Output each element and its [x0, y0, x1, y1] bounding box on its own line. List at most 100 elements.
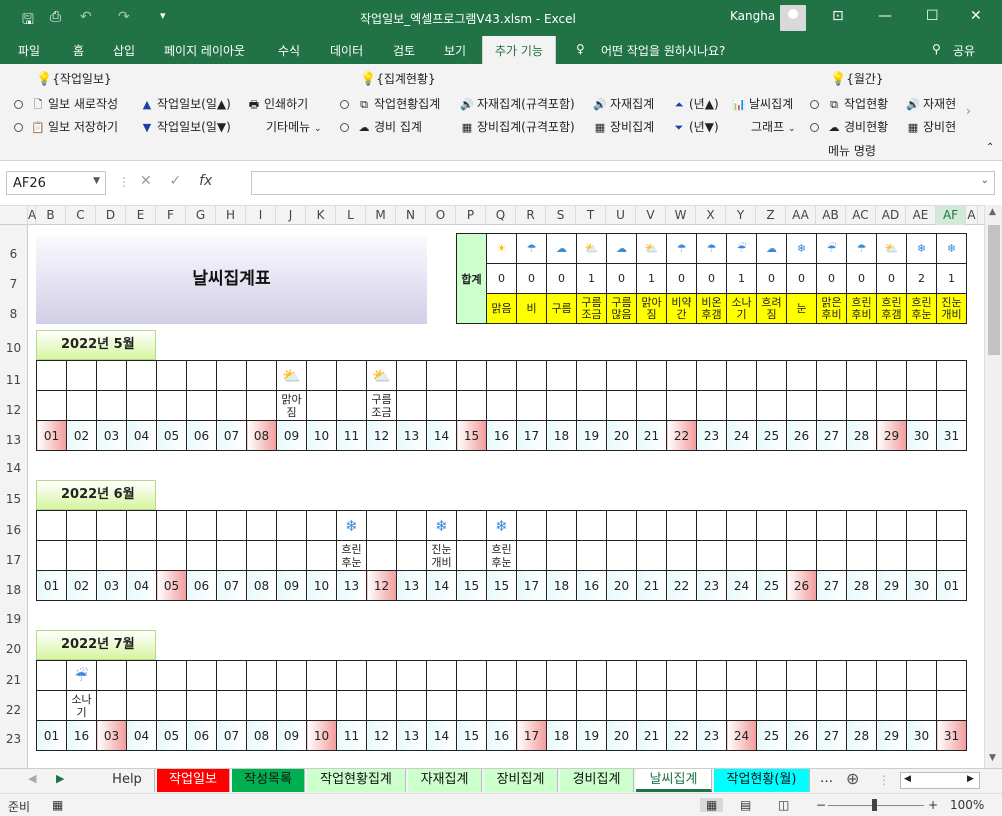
- expense-agg-button[interactable]: ☁ 경비 집계: [340, 118, 422, 135]
- sheet-tab[interactable]: 작성목록: [232, 769, 305, 792]
- day-number[interactable]: 05: [156, 570, 187, 601]
- column-header[interactable]: O: [426, 206, 456, 225]
- day-number[interactable]: 27: [816, 570, 847, 601]
- day-weather-icon-cell[interactable]: [156, 510, 187, 541]
- day-number[interactable]: 24: [726, 570, 757, 601]
- column-header[interactable]: C: [66, 206, 96, 225]
- day-number[interactable]: 03: [96, 570, 127, 601]
- day-weather-icon-cell[interactable]: [726, 660, 757, 691]
- day-number[interactable]: 18: [546, 720, 577, 751]
- day-weather-label[interactable]: [666, 540, 697, 571]
- column-header[interactable]: F: [156, 206, 186, 225]
- new-report-button[interactable]: 🗋 일보 새로작성: [14, 95, 118, 115]
- day-weather-icon-cell[interactable]: [396, 510, 427, 541]
- sleet-icon[interactable]: ❄: [426, 510, 457, 541]
- expand-formula-icon[interactable]: ⌄: [981, 175, 989, 186]
- day-weather-icon-cell[interactable]: [216, 510, 247, 541]
- day-weather-label[interactable]: [516, 540, 547, 571]
- user-name[interactable]: Kangha: [730, 9, 775, 23]
- day-number[interactable]: 01: [36, 570, 67, 601]
- day-weather-icon-cell[interactable]: [786, 660, 817, 691]
- day-weather-label[interactable]: [726, 690, 757, 721]
- day-weather-icon-cell[interactable]: [396, 660, 427, 691]
- day-weather-icon-cell[interactable]: [936, 360, 967, 391]
- day-number[interactable]: 13: [396, 570, 427, 601]
- day-number[interactable]: 15: [456, 570, 487, 601]
- horizontal-scrollbar[interactable]: ◀ ▶: [900, 772, 980, 789]
- day-number[interactable]: 26: [786, 570, 817, 601]
- tab-insert[interactable]: 삽입: [113, 42, 135, 59]
- row-header[interactable]: 6: [0, 247, 27, 261]
- day-weather-label[interactable]: [456, 690, 487, 721]
- column-header[interactable]: Z: [756, 206, 786, 225]
- name-box[interactable]: AF26 ▼: [6, 171, 106, 195]
- column-header[interactable]: J: [276, 206, 306, 225]
- day-weather-label[interactable]: [456, 390, 487, 421]
- shower-icon[interactable]: ☔: [66, 660, 97, 691]
- day-weather-icon-cell[interactable]: [156, 660, 187, 691]
- column-header[interactable]: A: [966, 206, 978, 225]
- day-number[interactable]: 07: [216, 720, 247, 751]
- day-number[interactable]: 14: [426, 720, 457, 751]
- day-weather-icon-cell[interactable]: [636, 510, 667, 541]
- day-number[interactable]: 27: [816, 420, 847, 451]
- day-number[interactable]: 06: [186, 420, 217, 451]
- day-weather-icon-cell[interactable]: [246, 660, 277, 691]
- more-tabs-icon[interactable]: …: [820, 771, 833, 786]
- day-number[interactable]: 08: [246, 420, 277, 451]
- day-weather-icon-cell[interactable]: [816, 510, 847, 541]
- day-weather-icon-cell[interactable]: [516, 360, 547, 391]
- day-weather-icon-cell[interactable]: [606, 360, 637, 391]
- day-number[interactable]: 25: [756, 570, 787, 601]
- day-weather-label[interactable]: [636, 390, 667, 421]
- day-weather-icon-cell[interactable]: [516, 510, 547, 541]
- day-weather-label[interactable]: [816, 690, 847, 721]
- day-weather-label[interactable]: [246, 390, 277, 421]
- column-header[interactable]: I: [246, 206, 276, 225]
- day-weather-label[interactable]: [276, 540, 307, 571]
- day-number[interactable]: 18: [546, 420, 577, 451]
- day-number[interactable]: 13: [336, 570, 367, 601]
- tab-add-ins[interactable]: 추가 기능: [482, 36, 556, 65]
- day-number[interactable]: 27: [816, 720, 847, 751]
- day-number[interactable]: 26: [786, 720, 817, 751]
- day-weather-label[interactable]: [666, 390, 697, 421]
- day-weather-icon-cell[interactable]: [276, 510, 307, 541]
- day-weather-icon-cell[interactable]: [36, 660, 67, 691]
- share-icon[interactable]: ⚲: [932, 42, 941, 56]
- day-weather-icon-cell[interactable]: [36, 510, 67, 541]
- day-weather-label[interactable]: [756, 390, 787, 421]
- day-weather-label[interactable]: [936, 390, 967, 421]
- day-weather-icon-cell[interactable]: [606, 510, 637, 541]
- day-weather-label[interactable]: [96, 540, 127, 571]
- day-weather-label[interactable]: [516, 390, 547, 421]
- day-weather-label[interactable]: [456, 540, 487, 571]
- day-weather-label[interactable]: [636, 690, 667, 721]
- day-number[interactable]: 17: [516, 570, 547, 601]
- day-weather-label[interactable]: [906, 690, 937, 721]
- cloudy-then-snow-icon[interactable]: ❄: [486, 510, 517, 541]
- day-number[interactable]: 06: [186, 570, 217, 601]
- day-number[interactable]: 16: [486, 420, 517, 451]
- day-weather-icon-cell[interactable]: [756, 510, 787, 541]
- day-weather-label[interactable]: [786, 690, 817, 721]
- tab-data[interactable]: 데이터: [330, 42, 363, 59]
- day-number[interactable]: 17: [516, 420, 547, 451]
- day-weather-label[interactable]: [666, 690, 697, 721]
- tab-scroll-left-icon[interactable]: ◀: [28, 772, 36, 785]
- column-header[interactable]: N: [396, 206, 426, 225]
- day-number[interactable]: 24: [726, 720, 757, 751]
- day-number[interactable]: 09: [276, 570, 307, 601]
- select-all-corner[interactable]: [0, 206, 28, 225]
- day-weather-label[interactable]: 흐린후눈: [486, 540, 517, 571]
- sheet-tab[interactable]: Help: [100, 769, 155, 792]
- day-weather-icon-cell[interactable]: [306, 510, 337, 541]
- day-number[interactable]: 28: [846, 570, 877, 601]
- new-sheet-icon[interactable]: ⊕: [846, 769, 859, 788]
- column-header[interactable]: Q: [486, 206, 516, 225]
- day-weather-label[interactable]: [726, 540, 757, 571]
- day-weather-label[interactable]: [876, 690, 907, 721]
- sheet-tab[interactable]: 작업일보: [157, 769, 230, 792]
- day-weather-label[interactable]: [846, 390, 877, 421]
- day-weather-label[interactable]: [726, 390, 757, 421]
